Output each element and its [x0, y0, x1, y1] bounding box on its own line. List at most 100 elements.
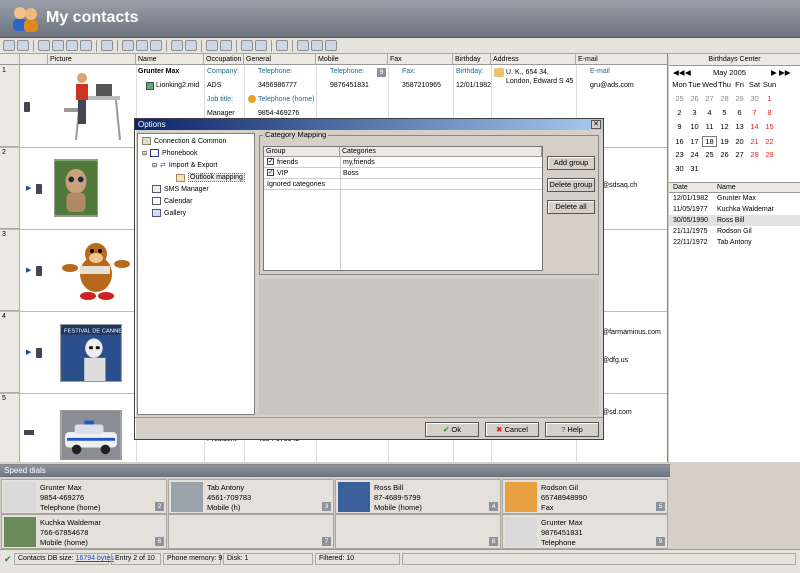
calendar-day[interactable]: 15 — [762, 122, 777, 131]
telephone-value[interactable]: 3456986777 — [258, 82, 297, 89]
tree-item-phonebook[interactable]: ⊟ Phonebook — [142, 149, 197, 157]
column-header-address[interactable]: Address — [491, 54, 576, 65]
group-checkbox[interactable] — [267, 156, 274, 167]
job-title-value[interactable]: Manager — [207, 110, 235, 117]
column-header-mobile[interactable]: Mobile — [316, 54, 388, 65]
delete-group-button[interactable]: Delete group — [547, 178, 595, 192]
group-remove-icon[interactable] — [150, 40, 162, 51]
speed-dial-slot[interactable]: Grunter Max 9854-469276 Telephone (home) 2 — [1, 479, 167, 514]
speed-dial-slot[interactable]: Rodson Gil 65748948990 Fax 5 — [502, 479, 668, 514]
save-icon[interactable] — [185, 40, 197, 51]
calendar-day[interactable]: 26 — [717, 150, 732, 159]
tree-item-import-export[interactable]: ⊟ ⇄ Import & Export — [152, 161, 218, 170]
calendar-day[interactable]: 16 — [672, 137, 687, 146]
calendar-day[interactable]: 9 — [672, 122, 687, 131]
edit-contact-icon[interactable] — [52, 40, 64, 51]
calendar-day[interactable]: 20 — [732, 137, 747, 146]
calendar-day[interactable]: 31 — [687, 164, 702, 173]
tree-item-outlook-mapping[interactable]: Outlook mapping — [176, 173, 245, 182]
calendar-day[interactable]: 21 — [747, 137, 762, 146]
tree-item-sms-manager[interactable]: SMS Manager — [152, 185, 209, 193]
next-month-icon[interactable]: ▶ — [771, 68, 777, 77]
row-number[interactable]: 1 — [0, 65, 20, 147]
next-year-icon[interactable]: ▶▶ — [779, 68, 791, 77]
email-value[interactable]: @farmaminus.com — [602, 329, 661, 336]
calendar-day[interactable]: 13 — [732, 122, 747, 131]
tree-item-calendar[interactable]: Calendar — [152, 197, 192, 205]
user-menu-icon[interactable] — [17, 40, 29, 51]
delete-all-button[interactable]: Delete all — [547, 200, 595, 214]
cancel-button[interactable]: ✖ Cancel — [485, 422, 539, 437]
calendar-day[interactable]: 3 — [687, 108, 702, 117]
open-folder-icon[interactable] — [171, 40, 183, 51]
categories-column-header[interactable]: Categories — [340, 147, 542, 157]
contact-photo[interactable] — [54, 159, 98, 217]
close-icon[interactable]: ✕ — [591, 120, 601, 129]
calendar-day[interactable]: 25 — [672, 94, 687, 103]
calendar-day[interactable]: 22 — [762, 137, 777, 146]
mobile-value[interactable]: 9876451831 — [330, 82, 369, 89]
calendar-day[interactable]: 14 — [747, 122, 762, 131]
calendar-day[interactable]: 2 — [672, 108, 687, 117]
birthday-row[interactable]: 11/05/1977 Kuchka Waldemar — [669, 204, 800, 215]
speed-dial-slot[interactable]: 7 — [168, 514, 334, 549]
group-column-header[interactable]: Group — [264, 147, 340, 157]
calendar-day[interactable]: 8 — [762, 108, 777, 117]
paste-icon[interactable] — [255, 40, 267, 51]
phone-icon[interactable] — [101, 40, 113, 51]
speed-dial-slot[interactable]: Tab Antony 4561-709783 Mobile (h) 3 — [168, 479, 334, 514]
db-size-link[interactable]: 16794 bytes — [76, 555, 114, 562]
email-value[interactable]: @sdsaq.ch — [602, 182, 637, 189]
calendar-day[interactable]: 7 — [747, 108, 762, 117]
calendar-day[interactable]: 27 — [702, 94, 717, 103]
name-column-header[interactable]: Name — [717, 183, 736, 193]
column-header-picture[interactable]: Picture — [48, 54, 136, 65]
calendar-day[interactable]: 23 — [672, 150, 687, 159]
calendar-day[interactable]: 30 — [747, 94, 762, 103]
settings-icon[interactable] — [325, 40, 337, 51]
help-button[interactable]: ? Help — [545, 422, 599, 437]
column-header-birthday[interactable]: Birthday — [453, 54, 491, 65]
calendar-day[interactable]: 18 — [702, 136, 717, 147]
sync-icon[interactable] — [206, 40, 218, 51]
row-number[interactable]: 3 — [0, 229, 20, 311]
contact-photo[interactable]: FESTIVAL DE CANNES — [60, 324, 122, 382]
add-contact-icon[interactable] — [38, 40, 50, 51]
prev-year-icon[interactable]: ◀◀ — [673, 68, 685, 77]
email-value[interactable]: @sd.com — [602, 409, 632, 416]
calendar-day[interactable]: 6 — [732, 108, 747, 117]
fax-value[interactable]: 3587210965 — [402, 82, 441, 89]
group-edit-icon[interactable] — [136, 40, 148, 51]
row-number[interactable]: 4 — [0, 311, 20, 393]
row-number[interactable]: 2 — [0, 147, 20, 229]
contact-photo[interactable] — [56, 68, 128, 144]
font-icon[interactable] — [311, 40, 323, 51]
ok-button[interactable]: ✔ Ok — [425, 422, 479, 437]
calendar-day[interactable]: 11 — [702, 122, 717, 131]
tree-item-connection[interactable]: Connection & Common — [142, 137, 226, 145]
column-header-general[interactable]: General — [244, 54, 316, 65]
email-value[interactable]: @dfg.us — [602, 357, 628, 364]
calendar-day[interactable]: 12 — [717, 122, 732, 131]
calendar-day[interactable]: 27 — [732, 150, 747, 159]
column-header-name[interactable]: Name — [136, 54, 204, 65]
calendar-day[interactable]: 30 — [672, 164, 687, 173]
add-group-button[interactable]: Add group — [547, 156, 595, 170]
birthday-row[interactable]: 22/11/1972 Tab Antony — [669, 237, 800, 248]
category-mapping-table[interactable]: Group Categories friends my,friends VIP … — [263, 146, 543, 271]
delete-contact-icon[interactable] — [80, 40, 92, 51]
calendar-day[interactable]: 25 — [702, 150, 717, 159]
calendar-day[interactable]: 28 — [717, 94, 732, 103]
email-value[interactable]: gru@ads.com — [590, 82, 634, 89]
calendar-day[interactable]: 29 — [762, 150, 777, 159]
prev-month-icon[interactable]: ◀ — [685, 68, 691, 77]
company-value[interactable]: ADS — [207, 82, 221, 89]
speed-dial-slot[interactable]: 8 — [335, 514, 501, 549]
calendar-day[interactable]: 5 — [717, 108, 732, 117]
contact-name[interactable]: Grunter Max — [138, 68, 179, 75]
calendar-day[interactable]: 19 — [717, 137, 732, 146]
calendar-day[interactable]: 4 — [702, 108, 717, 117]
contact-photo[interactable] — [60, 410, 122, 460]
tree-item-gallery[interactable]: Gallery — [152, 209, 186, 217]
sync-down-icon[interactable] — [220, 40, 232, 51]
